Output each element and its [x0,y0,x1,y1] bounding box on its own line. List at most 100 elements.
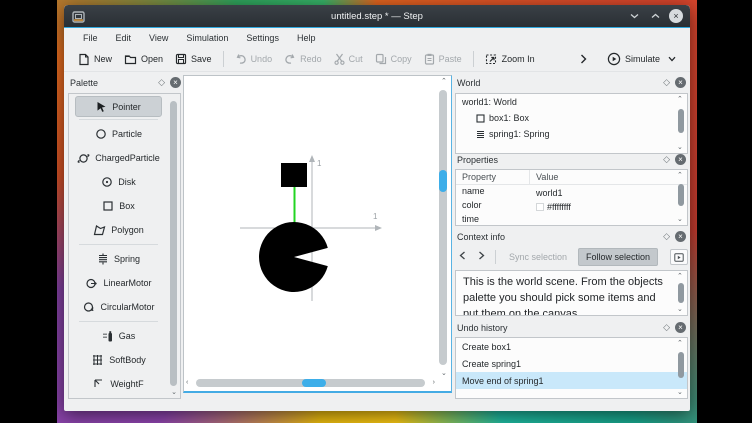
menu-edit[interactable]: Edit [107,30,141,46]
world-panel-header[interactable]: World ◇ × [457,74,686,91]
float-panel-icon[interactable]: ◇ [663,78,670,87]
scroll-thumb[interactable] [678,109,684,133]
palette-separator [79,321,158,322]
back-button[interactable] [455,251,470,263]
properties-title: Properties [457,155,663,165]
palette-item-softbody[interactable]: SoftBody [69,348,168,372]
scroll-left-icon[interactable]: ‹ [186,379,188,386]
property-row-color[interactable]: color #ffffffff [456,199,687,213]
scroll-down-icon[interactable]: ⌄ [677,306,683,313]
x-axis-unit-label: 1 [373,212,378,221]
paste-button[interactable]: Paste [418,50,468,68]
scroll-up-icon[interactable]: ⌃ [677,96,683,103]
canvas-hscroll-thumb[interactable] [302,379,326,387]
box1-object[interactable] [281,163,307,187]
scroll-down-icon[interactable]: ⌄ [677,216,683,223]
float-panel-icon[interactable]: ◇ [663,155,670,164]
scroll-down-icon[interactable]: ⌄ [171,389,177,396]
minimize-icon[interactable] [627,9,641,23]
float-panel-icon[interactable]: ◇ [158,78,165,87]
copy-button[interactable]: Copy [369,50,418,68]
float-panel-icon[interactable]: ◇ [663,323,670,332]
context-info-panel-header[interactable]: Context info ◇ × [457,228,686,245]
toolbar-extension-chevron[interactable] [574,51,593,67]
menu-file[interactable]: File [74,30,107,46]
disk-object[interactable] [259,222,328,292]
palette-item-polygon[interactable]: Polygon [69,218,168,242]
undo-item-create-spring1[interactable]: Create spring1 [456,355,687,372]
scroll-right-icon[interactable]: › [433,379,435,386]
new-document-icon [78,53,90,66]
palette-item-particle[interactable]: Particle [69,122,168,146]
world-canvas[interactable]: 1 1 ⌃ ⌄ ‹ › [183,75,452,393]
column-property[interactable]: Property [456,170,530,184]
palette-panel-header[interactable]: Palette ◇ × [70,74,181,91]
follow-selection-button[interactable]: Follow selection [578,248,658,266]
menu-help[interactable]: Help [288,30,325,46]
canvas-vscroll-thumb[interactable] [439,170,447,192]
property-row-name[interactable]: name world1 [456,185,687,199]
simulate-dropdown[interactable] [666,53,682,65]
open-button[interactable]: Open [118,50,169,68]
open-in-browser-button[interactable] [670,249,688,265]
sync-selection-button[interactable]: Sync selection [502,249,574,265]
close-panel-icon[interactable]: × [675,322,686,333]
undo-history-panel-header[interactable]: Undo history ◇ × [457,319,686,336]
menu-view[interactable]: View [140,30,177,46]
scroll-thumb[interactable] [678,352,684,378]
scroll-down-icon[interactable]: ⌄ [441,370,447,377]
scroll-up-icon[interactable]: ⌃ [677,172,683,179]
scroll-up-icon[interactable]: ⌃ [677,273,683,280]
save-button[interactable]: Save [169,50,218,68]
titlebar[interactable]: untitled.step * — Step × [64,5,690,28]
canvas-horizontal-scrollbar[interactable]: ‹ › [186,377,435,389]
column-value[interactable]: Value [530,170,687,184]
palette-scrollbar[interactable] [170,101,177,386]
palette-item-weightforce[interactable]: WeightF [69,372,168,396]
palette-item-pointer[interactable]: Pointer [75,96,162,117]
scroll-up-icon[interactable]: ⌃ [441,78,447,85]
properties-header-row[interactable]: Property Value [456,170,687,185]
menu-simulation[interactable]: Simulation [177,30,237,46]
palette-item-spring[interactable]: Spring [69,247,168,271]
scroll-thumb[interactable] [678,184,684,206]
properties-scrollbar[interactable]: ⌃ ⌄ [675,172,686,223]
palette-item-linearmotor[interactable]: LinearMotor [69,271,168,295]
close-panel-icon[interactable]: × [675,154,686,165]
forward-button[interactable] [474,251,489,263]
properties-panel-header[interactable]: Properties ◇ × [457,151,686,168]
context-info-panel[interactable]: This is the world scene. From the object… [455,270,688,316]
float-panel-icon[interactable]: ◇ [663,232,670,241]
undo-button[interactable]: Undo [229,51,279,68]
undo-item-move-end-of-spring1[interactable]: Move end of spring1 [456,372,687,389]
palette-item-circularmotor[interactable]: CircularMotor [69,295,168,319]
maximize-icon[interactable] [648,9,662,23]
cut-button[interactable]: Cut [328,50,369,68]
undo-scrollbar[interactable]: ⌃ ⌄ [675,340,686,396]
palette-item-gas[interactable]: Gas [69,324,168,348]
scroll-thumb[interactable] [678,283,684,303]
undo-item-create-box1[interactable]: Create box1 [456,338,687,355]
property-row-time[interactable]: time [456,213,687,226]
scroll-down-icon[interactable]: ⌄ [677,389,683,396]
close-panel-icon[interactable]: × [675,231,686,242]
scroll-up-icon[interactable]: ⌃ [677,340,683,347]
close-icon[interactable]: × [669,9,683,23]
tree-item-world1[interactable]: world1: World [456,94,687,110]
close-panel-icon[interactable]: × [675,77,686,88]
canvas-vertical-scrollbar[interactable]: ⌃ ⌄ [437,78,449,377]
world-scrollbar[interactable]: ⌃ ⌄ [675,96,686,151]
tree-item-box1[interactable]: box1: Box [456,110,687,126]
zoom-in-button[interactable]: Zoom In [479,50,541,68]
context-scrollbar[interactable]: ⌃ ⌄ [675,273,686,313]
redo-button[interactable]: Redo [278,51,328,68]
close-panel-icon[interactable]: × [170,77,181,88]
palette-item-disk[interactable]: Disk [69,170,168,194]
menu-settings[interactable]: Settings [237,30,288,46]
new-button[interactable]: New [72,50,118,69]
tree-item-spring1[interactable]: spring1: Spring [456,126,687,142]
palette-item-box[interactable]: Box [69,194,168,218]
scroll-down-icon[interactable]: ⌄ [677,144,683,151]
simulate-button[interactable]: Simulate [601,49,666,69]
palette-item-chargedparticle[interactable]: ChargedParticle [69,146,168,170]
